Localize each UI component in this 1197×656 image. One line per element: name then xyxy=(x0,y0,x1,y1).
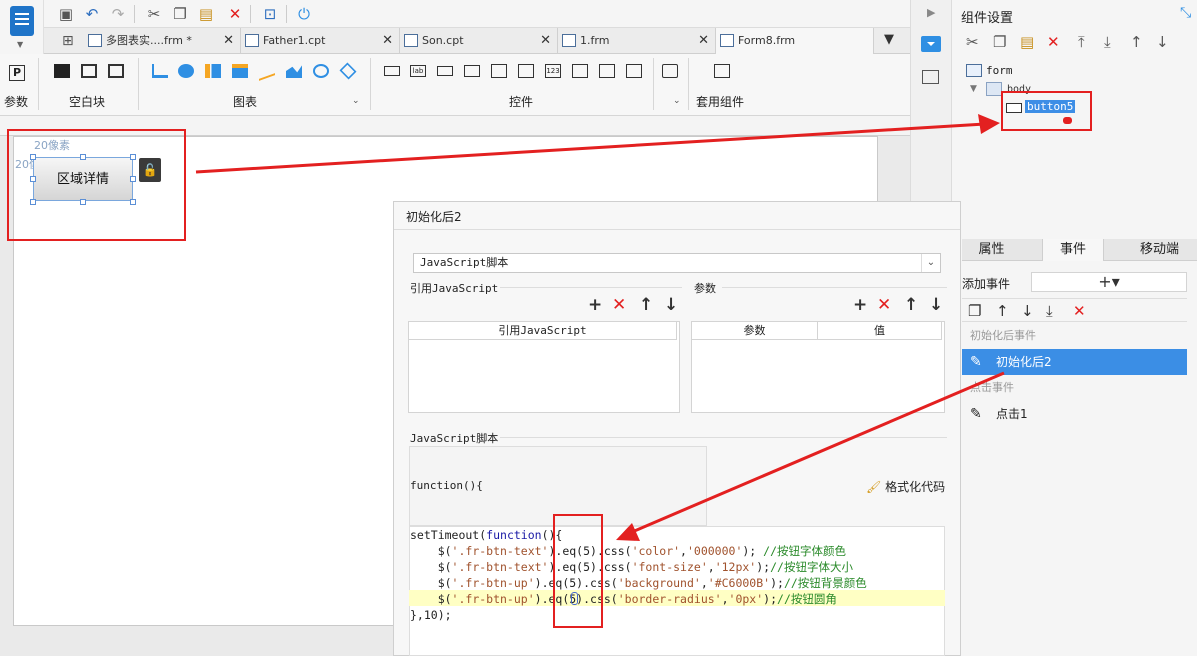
arrow-to-code xyxy=(631,371,1005,534)
annotation-arrows xyxy=(195,114,1005,541)
arrowhead xyxy=(616,523,640,541)
arrow-to-tree xyxy=(195,122,986,174)
arrowhead xyxy=(978,114,1000,134)
